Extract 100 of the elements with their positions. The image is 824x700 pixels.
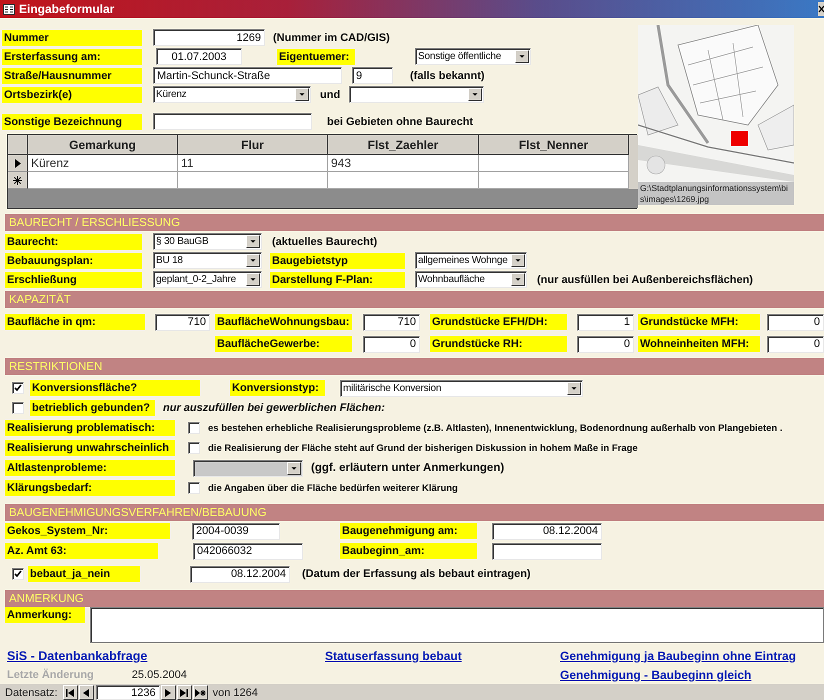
field-label: Ersterfassung am: (2, 48, 142, 64)
conversion-type-dropdown[interactable]: militärische Konversion (340, 380, 583, 396)
form-icon (3, 4, 15, 14)
input-field[interactable]: 710 (155, 314, 210, 330)
row-selector[interactable] (8, 155, 28, 172)
input-field[interactable]: 01.07.2003 (156, 48, 242, 65)
first-record-icon (66, 688, 74, 696)
next-record-button[interactable] (160, 685, 176, 700)
column-header[interactable]: Flst_Nenner (479, 135, 629, 155)
column-header[interactable]: Gemarkung (28, 135, 178, 155)
input-field[interactable]: 710 (363, 314, 420, 330)
input-field[interactable]: 2004-0039 (192, 522, 280, 540)
input-field[interactable]: 08.12.2004 (190, 566, 290, 582)
previous-icon (83, 688, 90, 696)
row-selector[interactable] (8, 172, 28, 189)
last-change-label: Letzte Änderung (7, 668, 94, 680)
field-label: Konversionstyp: (230, 380, 325, 396)
approval-link[interactable]: Genehmigung - Baubeginn gleich (560, 668, 752, 682)
field-label: Nummer (2, 30, 142, 46)
table-edge (629, 172, 638, 189)
window-title: Eingabeformular (19, 2, 114, 16)
new-record-icon (13, 176, 22, 184)
field-label: Darstellung F-Plan: (270, 272, 405, 288)
field-label: BauflächeWohnungsbau: (215, 314, 352, 330)
image-path-text: G:\Stadtplanungsinformationssystem\bis\images\1269.jpg (638, 182, 794, 205)
field-label: Baubeginn_am: (340, 543, 477, 559)
field-label: Baugebietstyp (270, 252, 405, 268)
plan-dropdown[interactable]: BU 18 (153, 252, 262, 269)
field-label: Straße/Hausnummer (2, 68, 142, 84)
query-link[interactable]: SiS - Datenbankabfrage (7, 648, 148, 662)
development-dropdown[interactable]: geplant_0-2_Jahre (153, 271, 262, 288)
new-record-button[interactable] (192, 685, 208, 700)
field-label: Grundstücke MFH: (638, 314, 760, 330)
checkbox[interactable] (12, 402, 24, 414)
input-field[interactable] (153, 113, 312, 130)
column-header[interactable]: Flur (178, 135, 328, 155)
field-label: Baurecht: (5, 234, 142, 250)
checkbox[interactable] (188, 482, 200, 494)
last-record-icon (180, 688, 188, 696)
status-link[interactable]: Statuserfassung bebaut (325, 648, 462, 662)
input-field[interactable]: 0 (577, 336, 634, 352)
table-cell[interactable]: 11 (178, 155, 328, 172)
hint-text: es bestehen erhebliche Realisierungsprobleme (z.B. Altlasten), Innenentwicklung, Bodenordnung außerhalb von Plangebieten . (208, 422, 782, 434)
land-use-dropdown[interactable]: Wohnbaufläche (415, 271, 527, 288)
table-cell[interactable] (479, 172, 629, 189)
last-record-button[interactable] (176, 685, 192, 700)
table-cell[interactable] (328, 172, 479, 189)
input-field[interactable]: Martin-Schunck-Straße (153, 67, 342, 84)
column-header[interactable]: Flst_Zaehler (328, 135, 479, 155)
input-field[interactable]: 08.12.2004 (492, 522, 602, 540)
field-label: Wohneinheiten MFH: (638, 336, 760, 352)
first-record-button[interactable] (62, 685, 78, 700)
field-label: Sonstige Bezeichnung (2, 114, 142, 130)
district-dropdown[interactable]: Kürenz (153, 86, 311, 103)
field-label: Baufläche in qm: (5, 314, 145, 330)
checkbox[interactable] (12, 568, 24, 580)
remarks-field[interactable] (90, 607, 824, 643)
field-label: Ortsbezirk(e) (2, 86, 142, 102)
approval-link[interactable]: Genehmigung ja Baubeginn ohne Eintrag (560, 648, 796, 662)
table-edge (629, 135, 638, 155)
checkbox[interactable] (12, 382, 24, 394)
input-field[interactable]: 9 (352, 67, 393, 84)
building-law-dropdown[interactable]: § 30 BauGB (153, 233, 262, 250)
input-field[interactable]: 042066032 (193, 542, 303, 560)
field-label: Az. Amt 63: (5, 543, 158, 559)
record-number-field[interactable]: 1236 (96, 685, 160, 700)
input-field[interactable]: 0 (767, 336, 824, 352)
checkbox[interactable] (188, 442, 200, 454)
table-cell[interactable] (28, 172, 178, 189)
hint-text: die Angaben über die Fläche bedürfen weiterer Klärung (208, 482, 458, 494)
hint-text: bei Gebieten ohne Baurecht (327, 116, 474, 128)
table-cell[interactable] (479, 155, 629, 172)
input-field[interactable] (492, 542, 602, 560)
section-header: BAUGENEHMIGUNGSVERFAHREN/BEBAUUNG (5, 504, 824, 521)
checkbox[interactable] (188, 422, 200, 434)
district-dropdown[interactable] (349, 86, 484, 103)
input-field[interactable]: 1 (577, 314, 634, 330)
section-header: RESTRIKTIONEN (5, 358, 824, 375)
section-header: ANMERKUNG (5, 590, 824, 607)
table-cell[interactable]: Kürenz (28, 155, 178, 172)
input-field[interactable]: 1269 (153, 29, 265, 46)
next-icon (165, 688, 172, 696)
close-button[interactable] (818, 2, 824, 16)
area-type-dropdown[interactable]: allgemeines Wohnge (415, 252, 527, 269)
field-label: Konversionsfläche? (30, 380, 200, 396)
input-field[interactable]: 0 (363, 336, 420, 352)
owner-dropdown[interactable]: Sonstige öffentliche (415, 48, 531, 65)
new-record-icon (194, 688, 206, 696)
field-label: betrieblich gebunden? (30, 400, 155, 416)
input-field[interactable]: 0 (767, 314, 824, 330)
field-label: Altlastenprobleme: (5, 460, 175, 476)
hint-text: (falls bekannt) (410, 70, 485, 82)
record-label: Datensatz: (5, 686, 58, 698)
field-label: Anmerkung: (5, 607, 85, 623)
hint-text: (ggf. erläutern unter Anmerkungen) (311, 462, 504, 474)
table-cell[interactable] (178, 172, 328, 189)
field-label: bebaut_ja_nein (28, 566, 140, 582)
table-cell[interactable]: 943 (328, 155, 479, 172)
field-label: Eigentuemer: (277, 48, 355, 64)
previous-record-button[interactable] (78, 685, 94, 700)
